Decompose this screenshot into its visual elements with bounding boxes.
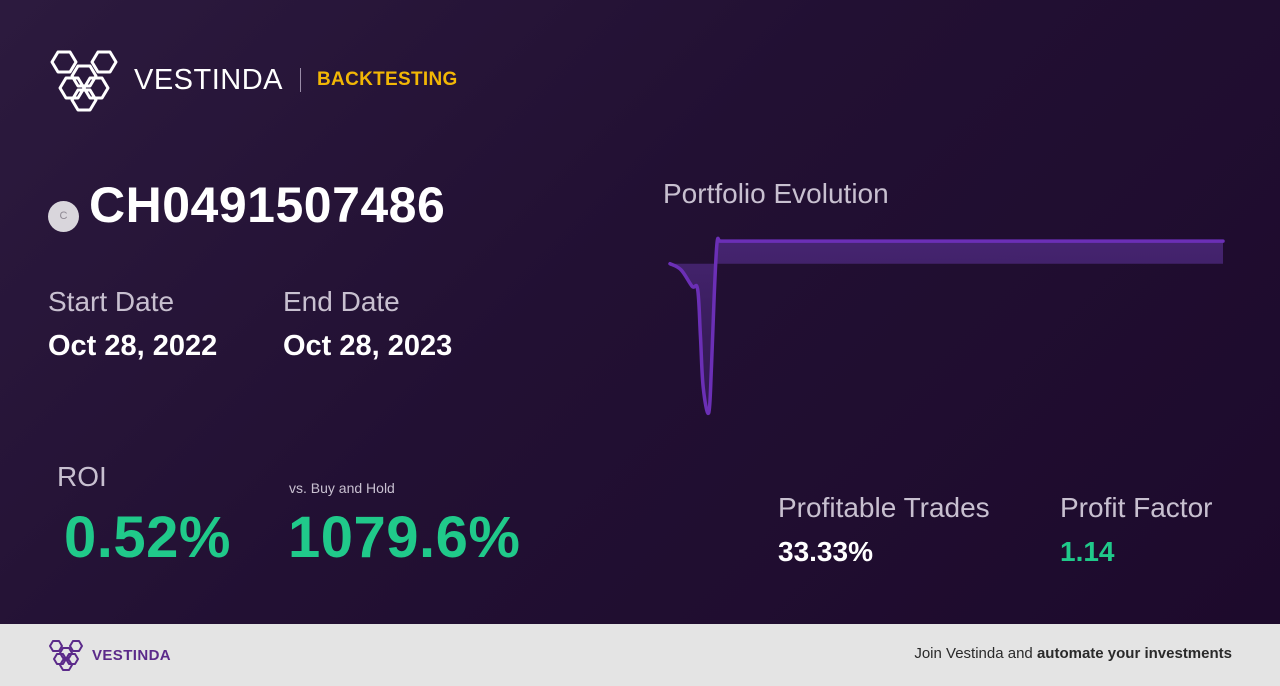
header-logo[interactable]: VESTINDA BACKTESTING bbox=[48, 48, 458, 112]
roi-value: 0.52% bbox=[64, 505, 231, 570]
footer-vestinda-logo-icon bbox=[49, 640, 83, 671]
footer-brand-name: VESTINDA bbox=[92, 646, 172, 664]
vs-buy-hold-value: 1079.6% bbox=[288, 505, 521, 570]
roi-label: ROI bbox=[57, 461, 107, 492]
end-date-label: End Date bbox=[283, 286, 400, 317]
profitable-trades-label: Profitable Trades bbox=[778, 492, 990, 523]
vs-buy-hold-label: vs. Buy and Hold bbox=[289, 480, 395, 496]
portfolio-chart bbox=[668, 236, 1225, 416]
footer-logo[interactable]: VESTINDA bbox=[48, 639, 171, 671]
main-panel: VESTINDA BACKTESTING C CH0491507486 Star… bbox=[0, 0, 1280, 624]
footer-cta-text: Join Vestinda and bbox=[914, 645, 1037, 662]
vestinda-logo-icon bbox=[50, 50, 118, 112]
header-divider bbox=[300, 68, 302, 92]
brand-name: VESTINDA bbox=[134, 63, 284, 96]
footer-cta[interactable]: Join Vestinda and automate your investme… bbox=[914, 645, 1232, 662]
footer-bar: VESTINDA Join Vestinda and automate your… bbox=[0, 624, 1280, 686]
profit-factor-value: 1.14 bbox=[1060, 536, 1115, 567]
footer-cta-bold: automate your investments bbox=[1036, 645, 1232, 662]
start-date-value: Oct 28, 2022 bbox=[48, 330, 218, 362]
profitable-trades-value: 33.33% bbox=[778, 536, 873, 567]
coin-icon: C bbox=[48, 200, 79, 232]
backtesting-tag: BACKTESTING bbox=[317, 69, 458, 90]
asset-header: C CH0491507486 bbox=[48, 176, 445, 234]
profit-factor-label: Profit Factor bbox=[1060, 492, 1213, 523]
start-date-label: Start Date bbox=[48, 286, 175, 317]
chart-area-fill bbox=[670, 238, 1223, 414]
end-date-value: Oct 28, 2023 bbox=[283, 330, 453, 362]
asset-symbol: CH0491507486 bbox=[89, 177, 446, 233]
chart-title: Portfolio Evolution bbox=[663, 178, 889, 209]
chart-series-line bbox=[668, 236, 1225, 416]
